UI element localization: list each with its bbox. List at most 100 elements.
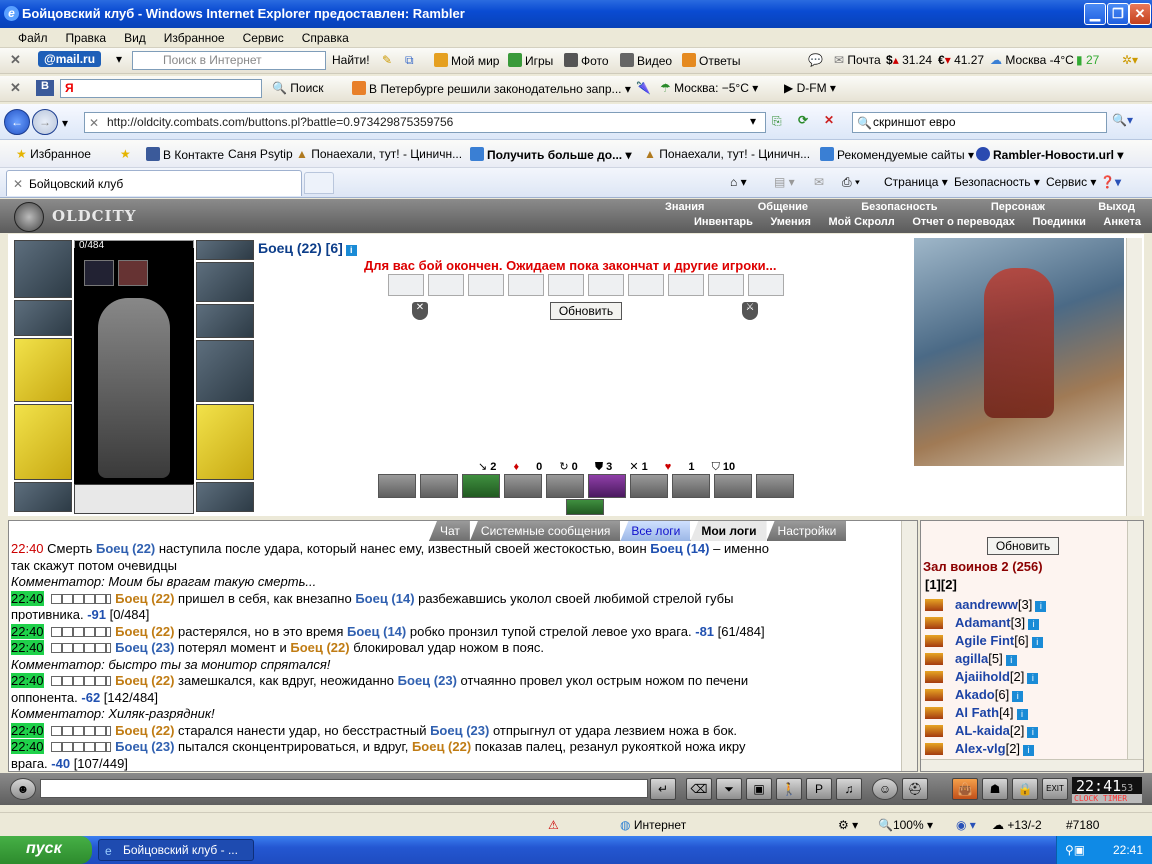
mailru-search-input[interactable]: Поиск в Интернет <box>132 51 326 70</box>
nav-transfers-report[interactable]: Отчет о переводах <box>912 216 1015 230</box>
chat-scrollbar[interactable] <box>901 521 917 771</box>
vk-icon[interactable]: B <box>36 80 54 96</box>
skill-icon[interactable] <box>630 474 668 498</box>
fighter-name[interactable]: Боец (22) <box>115 673 174 688</box>
protected-mode-icon[interactable]: ⚙ ▾ <box>838 818 858 832</box>
nav-knowledge[interactable]: Знания <box>665 201 704 215</box>
private-msg-icon[interactable] <box>925 671 943 683</box>
mail-icon[interactable]: ✉ <box>814 175 824 189</box>
fav-link-vk[interactable]: В Контакте <box>146 147 224 162</box>
help-icon[interactable]: ❓▾ <box>1100 175 1121 189</box>
zoom-control[interactable]: 🔍100% ▾ <box>878 818 933 832</box>
url-input[interactable]: ✕ http://oldcity.combats.com/buttons.pl?… <box>84 112 766 133</box>
games-link[interactable]: Игры <box>508 53 553 68</box>
favorites-button[interactable]: ★ Избранное <box>16 147 91 161</box>
tab-system-messages[interactable]: Системные сообщения <box>469 521 621 541</box>
skill-icon[interactable] <box>672 474 710 498</box>
player-name[interactable]: Akado <box>955 687 995 702</box>
fighter-name[interactable]: Боец (22) <box>115 723 174 738</box>
ring-slots[interactable] <box>196 262 254 302</box>
skill-icon[interactable] <box>546 474 584 498</box>
fighter-name[interactable]: Боец (14) <box>355 591 414 606</box>
player-row[interactable]: Alex-vlg[2] i <box>925 741 1035 756</box>
belt-slot[interactable] <box>14 482 72 512</box>
smiley-icon[interactable]: ☺ <box>872 778 898 800</box>
fav-link-recommended[interactable]: Рекомендуемые сайты ▾ <box>820 147 974 162</box>
send-icon[interactable]: ↵ <box>650 778 676 800</box>
emoticon-icon[interactable]: ☻ <box>10 778 36 800</box>
page-menu[interactable]: Страница ▾ <box>884 175 948 189</box>
players-refresh-button[interactable]: Обновить <box>987 537 1059 555</box>
helmet-icon[interactable]: ⛑ <box>902 778 928 800</box>
players-pagination[interactable]: [1][2] <box>925 577 957 592</box>
tab-my-logs[interactable]: Мои логи <box>690 521 767 541</box>
compatibility-icon[interactable]: ⎘ <box>772 114 782 129</box>
info-icon[interactable]: i <box>1027 673 1039 684</box>
save-icon[interactable]: ▣ <box>746 778 772 800</box>
yandex-weather-link[interactable]: ☂ Москва: −5°C ▾ <box>660 81 758 95</box>
info-icon[interactable]: i <box>1023 745 1035 756</box>
url-dropdown-icon[interactable]: ▾ <box>750 114 756 128</box>
player-row[interactable]: Agile Fint[6] i <box>925 633 1043 648</box>
nav-my-scroll[interactable]: Мой Скролл <box>828 216 894 230</box>
close-toolbar-icon[interactable]: ✕ <box>10 52 21 68</box>
menu-help[interactable]: Справка <box>302 31 349 45</box>
player-row[interactable]: Akado[6] i <box>925 687 1024 702</box>
menu-edit[interactable]: Правка <box>66 31 107 45</box>
boots-slot[interactable] <box>196 482 254 512</box>
nav-security[interactable]: Безопасность <box>861 201 937 215</box>
info-icon[interactable]: i <box>1028 619 1040 630</box>
forward-button[interactable]: → <box>32 109 58 135</box>
settings-gear-icon[interactable]: ✲▾ <box>1122 53 1138 67</box>
nav-communication[interactable]: Общение <box>758 201 808 215</box>
private-msg-icon[interactable] <box>925 617 943 629</box>
player-name[interactable]: Ajaiihold <box>955 669 1010 684</box>
close-toolbar-icon[interactable]: ✕ <box>10 80 21 96</box>
private-msg-icon[interactable] <box>925 653 943 665</box>
mailru-find-button[interactable]: Найти! <box>332 53 370 67</box>
fav-link-ponaehali-1[interactable]: ▲ Понаехали, тут! - Циничн... <box>296 147 462 161</box>
battle-refresh-button[interactable]: Обновить <box>550 302 622 320</box>
rambler-status-icon[interactable]: ◉ ▾ <box>956 818 976 832</box>
chat-input[interactable] <box>40 779 648 798</box>
menu-view[interactable]: Вид <box>124 31 146 45</box>
weapon-slot[interactable] <box>14 338 72 402</box>
taskbar-item-fight-club[interactable]: e Бойцовский клуб - ... <box>98 839 254 861</box>
skill-icon[interactable] <box>714 474 752 498</box>
info-icon[interactable]: i <box>1016 709 1028 720</box>
mail-link[interactable]: ✉ Почта <box>834 53 881 67</box>
tab-settings[interactable]: Настройки <box>766 521 847 541</box>
opponent-name[interactable]: Боец (22) [6] i <box>258 240 357 256</box>
close-button[interactable]: ✕ <box>1129 3 1151 25</box>
fav-link-rambler-news[interactable]: Rambler-Новости.url ▾ <box>976 147 1123 162</box>
player-row[interactable]: Ajaiihold[2] i <box>925 669 1039 684</box>
armor-slot[interactable] <box>14 404 72 480</box>
eur-rate[interactable]: €▾ 41.27 <box>938 53 984 67</box>
chevron-down-icon[interactable]: ▾ <box>62 116 68 130</box>
minimize-button[interactable]: ▁ <box>1084 3 1106 25</box>
music-icon[interactable]: ♫ <box>836 778 862 800</box>
tray-clock[interactable]: 22:41 <box>1113 843 1143 857</box>
earring-slot[interactable] <box>196 240 254 260</box>
private-msg-icon[interactable] <box>925 725 943 737</box>
print-icon[interactable]: ⎙ ▾ <box>842 175 860 190</box>
helmet-slot[interactable] <box>14 240 72 298</box>
eraser-icon[interactable]: ⌫ <box>686 778 712 800</box>
back-button[interactable]: ← <box>4 109 30 135</box>
rune-slots[interactable] <box>74 484 194 514</box>
skill-icon[interactable] <box>756 474 794 498</box>
maximize-button[interactable]: ❐ <box>1107 3 1129 25</box>
answers-link[interactable]: Ответы <box>682 53 740 68</box>
fighter-name[interactable]: Боец (22) <box>115 591 174 606</box>
offhand-slot[interactable] <box>196 340 254 402</box>
filter-icon[interactable]: ⏷ <box>716 778 742 800</box>
info-icon[interactable]: i <box>1027 727 1039 738</box>
my-world-link[interactable]: Мой мир <box>434 53 499 68</box>
private-msg-icon[interactable] <box>925 743 943 755</box>
info-icon[interactable]: i <box>1005 655 1017 666</box>
players-scrollbar[interactable] <box>1127 521 1143 759</box>
private-msg-icon[interactable] <box>925 599 943 611</box>
new-tab-button[interactable] <box>304 172 334 194</box>
info-icon[interactable]: i <box>1035 601 1047 612</box>
fighter-name[interactable]: Боец (14) <box>347 624 406 639</box>
